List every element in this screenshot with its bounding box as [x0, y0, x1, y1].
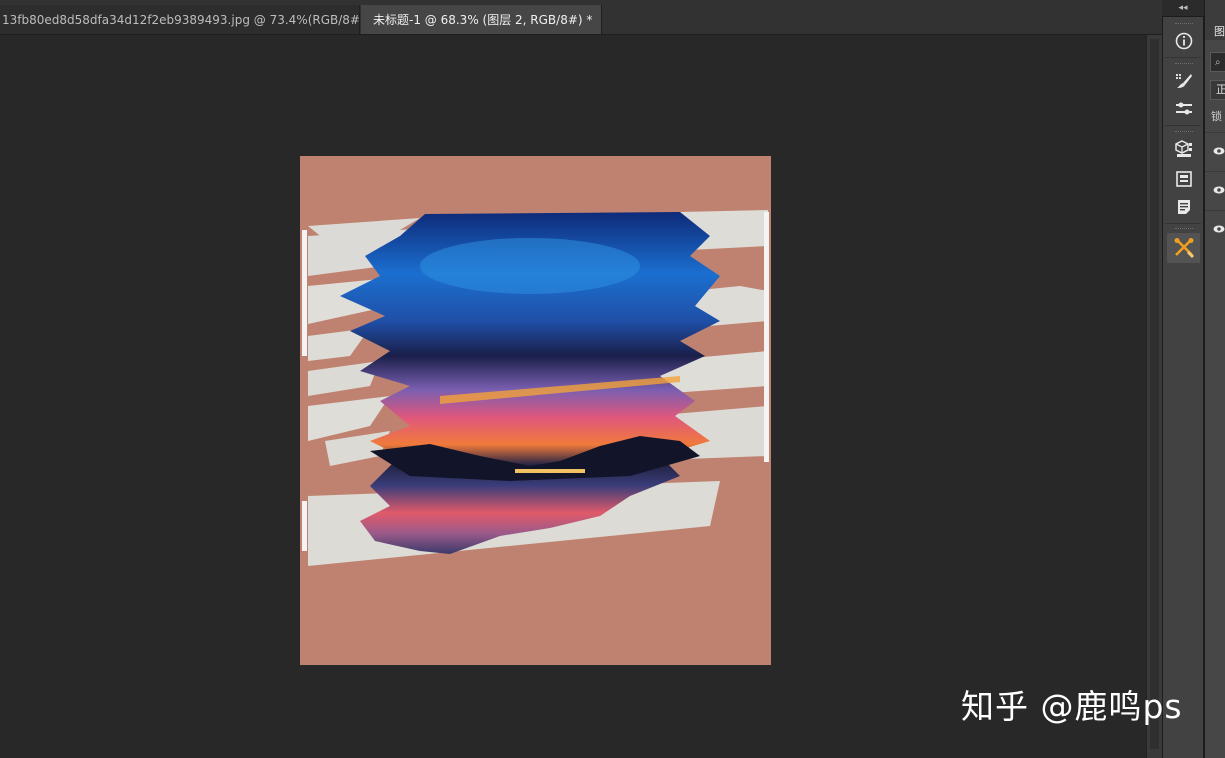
canvas-artwork [302, 210, 769, 566]
3d-icon[interactable] [1171, 137, 1197, 161]
brush-presets-icon[interactable] [1171, 69, 1197, 93]
lock-label: 锁 [1211, 110, 1222, 123]
blend-mode-select[interactable]: 正 [1210, 80, 1225, 100]
close-icon[interactable]: × [600, 13, 601, 26]
notes-icon[interactable] [1171, 195, 1197, 219]
layer-row[interactable] [1205, 171, 1225, 210]
tab-label: 13fb80ed8d58dfa34d12f2eb9389493.jpg @ 73… [2, 12, 360, 27]
vertical-scrollbar[interactable] [1146, 35, 1162, 758]
document-canvas[interactable] [300, 156, 771, 665]
document-tab-bar: 13fb80ed8d58dfa34d12f2eb9389493.jpg @ 73… [0, 0, 1162, 35]
panel-icon-strip [1162, 17, 1204, 758]
properties-icon[interactable] [1171, 167, 1197, 191]
layer-row[interactable] [1205, 210, 1225, 249]
panel-grip[interactable] [1175, 23, 1193, 26]
document-tab-jpg[interactable]: 13fb80ed8d58dfa34d12f2eb9389493.jpg @ 73… [0, 5, 360, 34]
visibility-eye-icon[interactable] [1213, 147, 1225, 155]
watermark-text: 知乎 @鹿鸣ps [961, 687, 1183, 726]
layer-row[interactable] [1205, 132, 1225, 171]
divider [1165, 57, 1201, 58]
document-tab-untitled[interactable]: 未标题-1 @ 68.3% (图层 2, RGB/8#) * × [361, 5, 602, 34]
layers-panel-title: 图 [1214, 25, 1225, 38]
divider [1165, 125, 1201, 126]
visibility-eye-icon[interactable] [1213, 225, 1225, 233]
tool-presets-icon[interactable] [1171, 236, 1197, 260]
tab-label: 未标题-1 @ 68.3% (图层 2, RGB/8#) * [373, 13, 593, 27]
divider [1165, 223, 1201, 224]
panel-grip[interactable] [1175, 63, 1193, 66]
info-icon[interactable] [1171, 29, 1197, 53]
panel-grip[interactable] [1175, 131, 1193, 134]
layers-panel-header[interactable]: 图 [1205, 0, 1225, 40]
panel-grip[interactable] [1175, 228, 1193, 231]
panel-collapse-button[interactable]: ◂◂ [1162, 0, 1204, 17]
scrollbar-thumb[interactable] [1150, 39, 1159, 749]
adjustments-icon[interactable] [1171, 97, 1197, 121]
layer-filter-search[interactable]: ⌕ [1210, 52, 1225, 72]
visibility-eye-icon[interactable] [1213, 186, 1225, 194]
layers-panel: 图 ⌕ 正 锁 [1204, 0, 1225, 758]
